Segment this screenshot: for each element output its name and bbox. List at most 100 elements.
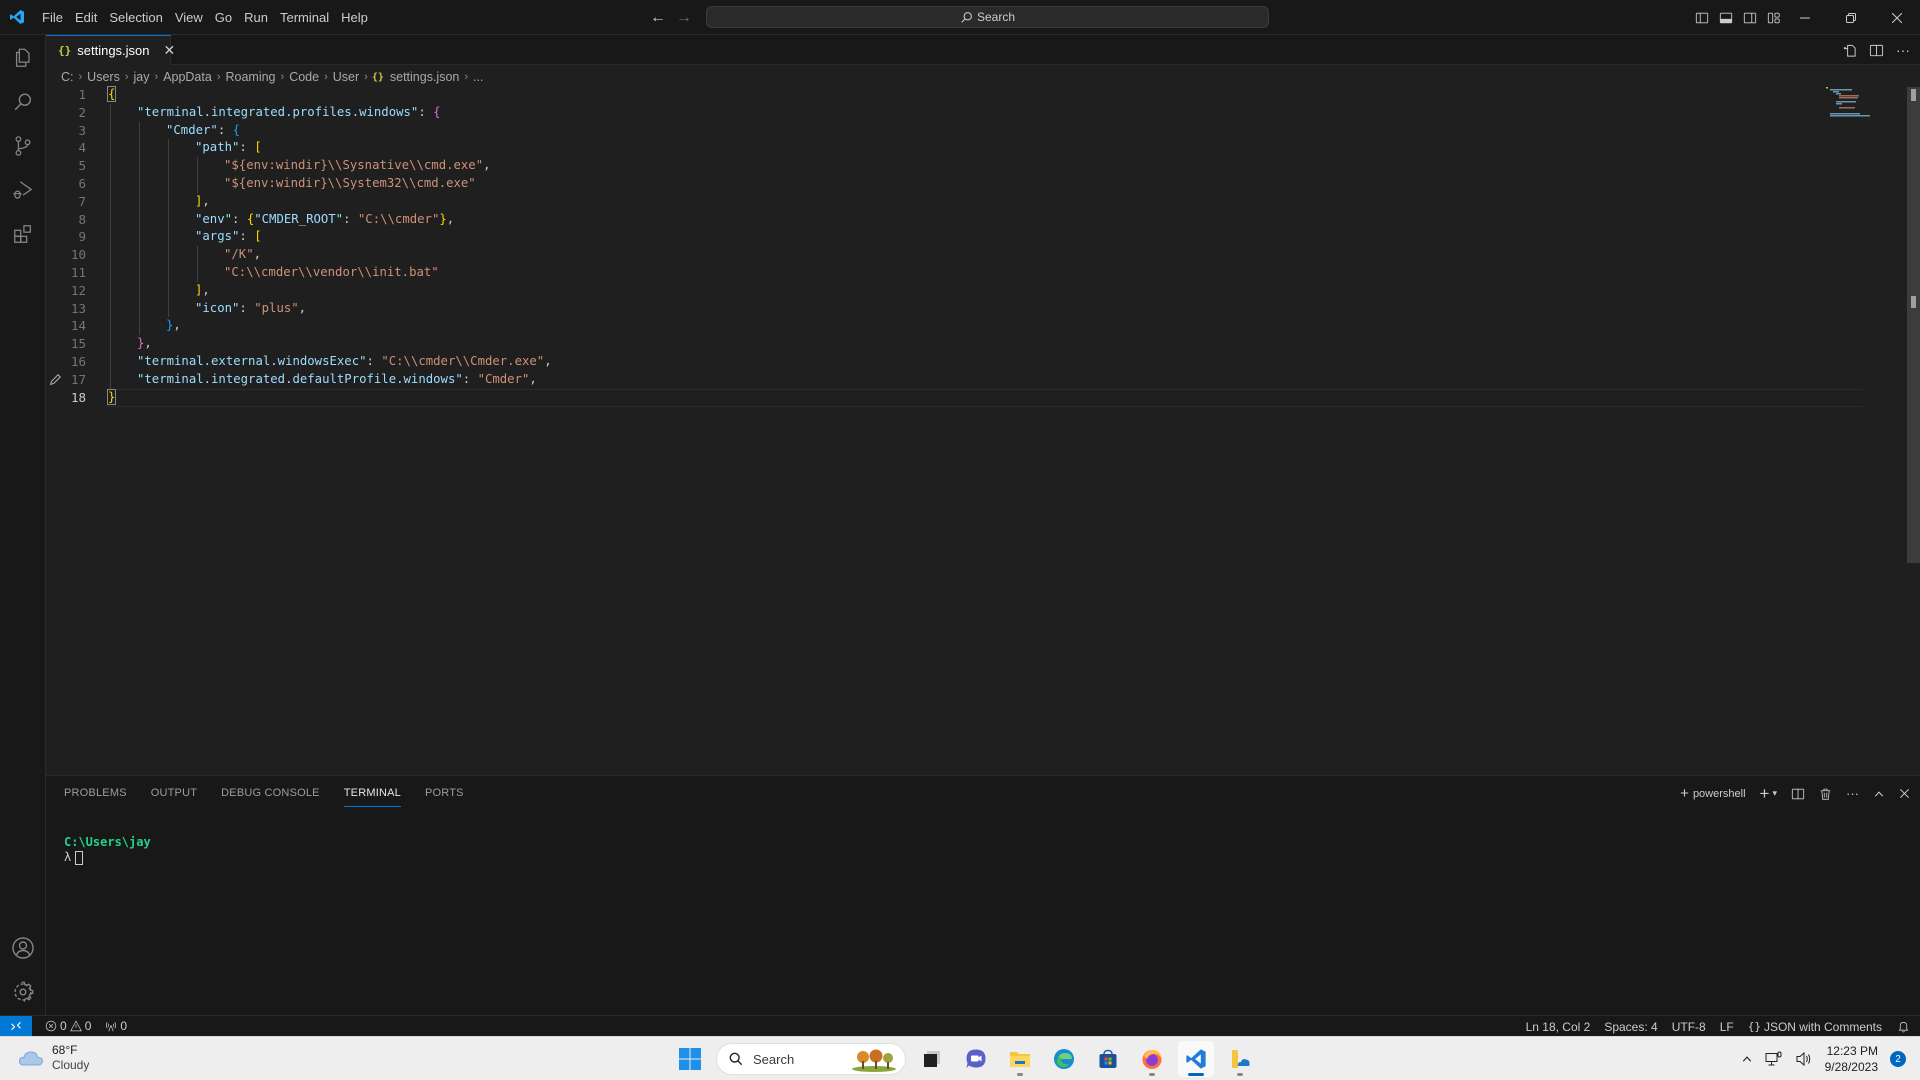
- bell-icon[interactable]: [1897, 1020, 1910, 1033]
- breadcrumb-item[interactable]: jay: [133, 70, 151, 84]
- breadcrumb-item[interactable]: settings.json: [389, 70, 460, 84]
- file-explorer-button[interactable]: [1002, 1041, 1038, 1077]
- warning-icon: [69, 1020, 82, 1032]
- firefox-button[interactable]: [1134, 1041, 1170, 1077]
- terminal-instance[interactable]: + powershell: [1680, 785, 1745, 802]
- weather-widget[interactable]: 68°F Cloudy: [18, 1043, 89, 1073]
- indentation[interactable]: Spaces: 4: [1599, 1020, 1662, 1034]
- punctuation: :: [232, 211, 247, 226]
- menu-run[interactable]: Run: [238, 0, 274, 35]
- encoding[interactable]: UTF-8: [1667, 1020, 1711, 1034]
- taskbar-search-label: Search: [753, 1051, 795, 1067]
- source-control-button[interactable]: [0, 123, 46, 169]
- end-of-line[interactable]: LF: [1715, 1020, 1739, 1034]
- menu-edit[interactable]: Edit: [69, 0, 103, 35]
- problems-status[interactable]: 0 0: [40, 1019, 96, 1033]
- indent-guide: [139, 121, 140, 336]
- start-button[interactable]: [672, 1041, 708, 1077]
- onedrive-folder-button[interactable]: [1222, 1041, 1258, 1077]
- back-arrow-icon[interactable]: ←: [650, 9, 666, 27]
- microsoft-store-button[interactable]: [1090, 1041, 1126, 1077]
- command-center-search[interactable]: Search: [706, 6, 1269, 28]
- split-editor-icon[interactable]: [1869, 43, 1884, 58]
- breadcrumb-item[interactable]: ...: [472, 70, 484, 84]
- language-mode[interactable]: {} JSON with Comments: [1743, 1020, 1887, 1034]
- code-line: "env": {"CMDER_ROOT": "C:\\cmder"},: [195, 211, 454, 229]
- vscode-taskbar-button[interactable]: [1178, 1041, 1214, 1077]
- explorer-button[interactable]: [0, 35, 46, 81]
- terminal-output[interactable]: C:\Users\jay λ: [64, 835, 151, 865]
- breadcrumb-item[interactable]: Code: [288, 70, 320, 84]
- menu-terminal[interactable]: Terminal: [274, 0, 335, 35]
- taskbar-search[interactable]: Search: [716, 1043, 906, 1075]
- notification-badge[interactable]: 2: [1890, 1051, 1906, 1067]
- trash-icon[interactable]: [1819, 787, 1832, 801]
- json-braces-icon: {}: [371, 71, 384, 83]
- chevron-up-icon[interactable]: [1741, 1053, 1753, 1065]
- json-key: "path": [195, 140, 240, 155]
- tab-settings-json[interactable]: {} settings.json ✕: [46, 35, 175, 65]
- breadcrumb-item[interactable]: Users: [86, 70, 121, 84]
- toggle-secondary-sidebar-icon[interactable]: [1743, 11, 1757, 25]
- line-number: 3: [78, 122, 86, 138]
- breadcrumb-item[interactable]: AppData: [162, 70, 213, 84]
- run-debug-button[interactable]: [0, 167, 46, 213]
- close-window-button[interactable]: [1874, 0, 1920, 35]
- minimap[interactable]: [1824, 87, 1872, 117]
- restore-button[interactable]: [1828, 0, 1874, 35]
- close-tab-icon[interactable]: ✕: [164, 42, 176, 59]
- search-button[interactable]: [0, 79, 46, 125]
- close-panel-icon[interactable]: [1899, 788, 1910, 799]
- code-line: "icon": "plus",: [195, 300, 306, 318]
- teams-chat-button[interactable]: [958, 1041, 994, 1077]
- maximize-panel-icon[interactable]: [1873, 788, 1885, 800]
- menu-file[interactable]: File: [36, 0, 69, 35]
- breadcrumb-item[interactable]: C:: [60, 70, 75, 84]
- menu-help[interactable]: Help: [335, 0, 374, 35]
- tab-ports[interactable]: PORTS: [425, 776, 464, 811]
- code-editor[interactable]: 1 2 3 4 5 6 7 8 9 10 11 12 13 14 15 16 17 18 {"terminal.i…: [46, 86, 1920, 775]
- minimize-icon: [1800, 17, 1810, 18]
- ports-status[interactable]: 0: [100, 1019, 132, 1033]
- toggle-panel-icon[interactable]: [1719, 11, 1733, 25]
- menu-selection[interactable]: Selection: [103, 0, 168, 35]
- edge-button[interactable]: [1046, 1041, 1082, 1077]
- tab-output[interactable]: OUTPUT: [151, 776, 197, 811]
- menu-view[interactable]: View: [169, 0, 209, 35]
- network-icon[interactable]: [1765, 1051, 1783, 1067]
- store-icon: [1099, 1049, 1117, 1068]
- split-terminal-icon[interactable]: [1791, 787, 1805, 801]
- forward-arrow-icon[interactable]: →: [676, 9, 692, 27]
- new-terminal-button[interactable]: +: [1760, 784, 1770, 804]
- tab-problems[interactable]: PROBLEMS: [64, 776, 127, 811]
- editor-scrollbar[interactable]: [1907, 87, 1920, 563]
- open-settings-ui-icon[interactable]: [1842, 43, 1857, 58]
- line-number: 1: [78, 87, 86, 102]
- system-tray: 12:23 PM 9/28/2023 2: [1741, 1037, 1906, 1080]
- breadcrumb-item[interactable]: Roaming: [224, 70, 276, 84]
- minimize-button[interactable]: [1782, 0, 1828, 35]
- menu-go[interactable]: Go: [209, 0, 238, 35]
- json-key: "terminal.integrated.defaultProfile.wind…: [137, 371, 463, 386]
- punctuation: ,: [202, 193, 210, 208]
- more-actions-icon[interactable]: ···: [1846, 786, 1859, 801]
- cursor-position[interactable]: Ln 18, Col 2: [1521, 1020, 1596, 1034]
- extensions-button[interactable]: [0, 211, 46, 257]
- chevron-down-icon[interactable]: ▾: [1772, 788, 1777, 799]
- line-number: 12: [70, 282, 86, 298]
- code-line: ],: [195, 193, 210, 211]
- toggle-primary-sidebar-icon[interactable]: [1695, 11, 1709, 25]
- task-view-button[interactable]: [914, 1041, 950, 1077]
- more-actions-icon[interactable]: ···: [1896, 42, 1910, 58]
- command-center-label: Search: [976, 10, 1016, 24]
- clock[interactable]: 12:23 PM 9/28/2023: [1825, 1043, 1878, 1075]
- code-line: "terminal.integrated.defaultProfile.wind…: [137, 371, 537, 389]
- tab-debug-console[interactable]: DEBUG CONSOLE: [221, 776, 320, 811]
- breadcrumb-item[interactable]: User: [332, 70, 360, 84]
- remote-indicator-button[interactable]: [0, 1015, 32, 1037]
- tab-terminal[interactable]: TERMINAL: [343, 776, 402, 811]
- accounts-button[interactable]: [0, 925, 46, 971]
- manage-button[interactable]: [0, 969, 46, 1015]
- customize-layout-icon[interactable]: [1767, 11, 1781, 25]
- volume-icon[interactable]: [1795, 1051, 1813, 1067]
